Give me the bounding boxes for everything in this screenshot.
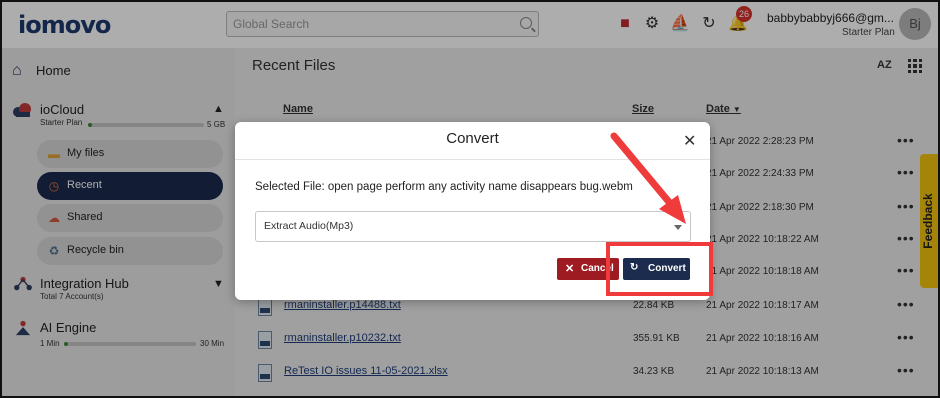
- annotation-arrow-icon: [610, 132, 686, 224]
- app-window: iomovo Global Search ■ ⚙ ⛵ ↻ 🔔 26 babbyb…: [0, 0, 940, 398]
